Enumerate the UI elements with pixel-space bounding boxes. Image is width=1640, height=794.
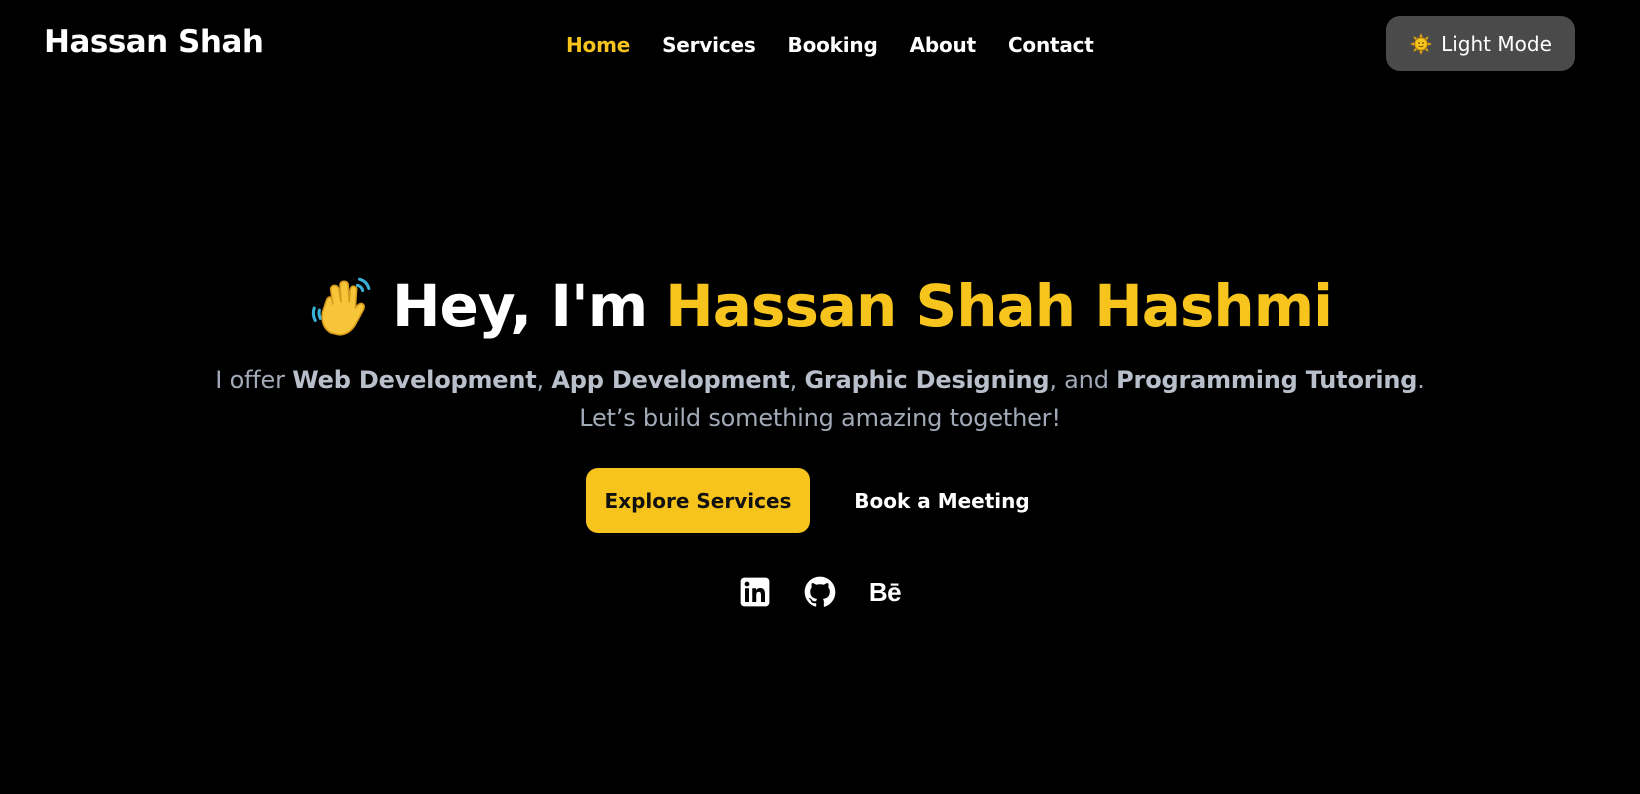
hero-greeting: Hey, I'm — [391, 272, 648, 340]
social-links: Bē — [0, 576, 1640, 608]
brand-logo[interactable]: Hassan Shah — [44, 24, 264, 60]
hero-name: Hassan Shah Hashmi — [665, 272, 1333, 340]
behance-icon[interactable]: Bē — [868, 576, 902, 608]
subtitle-separator: , and — [1049, 366, 1109, 394]
behance-label: Bē — [868, 577, 902, 607]
book-meeting-button[interactable]: Book a Meeting — [830, 468, 1054, 533]
nav-item-services[interactable]: Services — [662, 33, 756, 57]
subtitle-prefix: I offer — [215, 366, 285, 394]
theme-toggle-button[interactable]: Light Mode — [1386, 16, 1575, 71]
github-icon[interactable] — [804, 576, 836, 608]
cta-row: Explore Services Book a Meeting — [0, 468, 1640, 533]
subtitle-separator: , — [789, 366, 798, 394]
nav-item-booking[interactable]: Booking — [788, 33, 878, 57]
theme-toggle-label: Light Mode — [1441, 31, 1552, 56]
nav-item-home[interactable]: Home — [566, 33, 630, 57]
main-nav: Home Services Booking About Contact — [566, 30, 1094, 60]
hero-title: Hey, I'm Hassan Shah Hashmi — [0, 272, 1640, 340]
page: Hassan Shah Home Services Booking About … — [0, 0, 1640, 794]
service-web-development: Web Development — [292, 366, 537, 394]
explore-services-button[interactable]: Explore Services — [586, 468, 810, 533]
service-programming-tutoring: Programming Tutoring — [1116, 366, 1418, 394]
sun-icon — [1410, 32, 1433, 55]
hero-subtitle: I offer Web Development, App Development… — [200, 361, 1440, 437]
nav-item-contact[interactable]: Contact — [1008, 33, 1094, 57]
waving-hand-icon — [311, 277, 371, 336]
service-graphic-designing: Graphic Designing — [804, 366, 1050, 394]
service-app-development: App Development — [551, 366, 790, 394]
linkedin-icon[interactable] — [739, 576, 771, 608]
subtitle-separator: , — [536, 366, 545, 394]
nav-item-about[interactable]: About — [910, 33, 977, 57]
